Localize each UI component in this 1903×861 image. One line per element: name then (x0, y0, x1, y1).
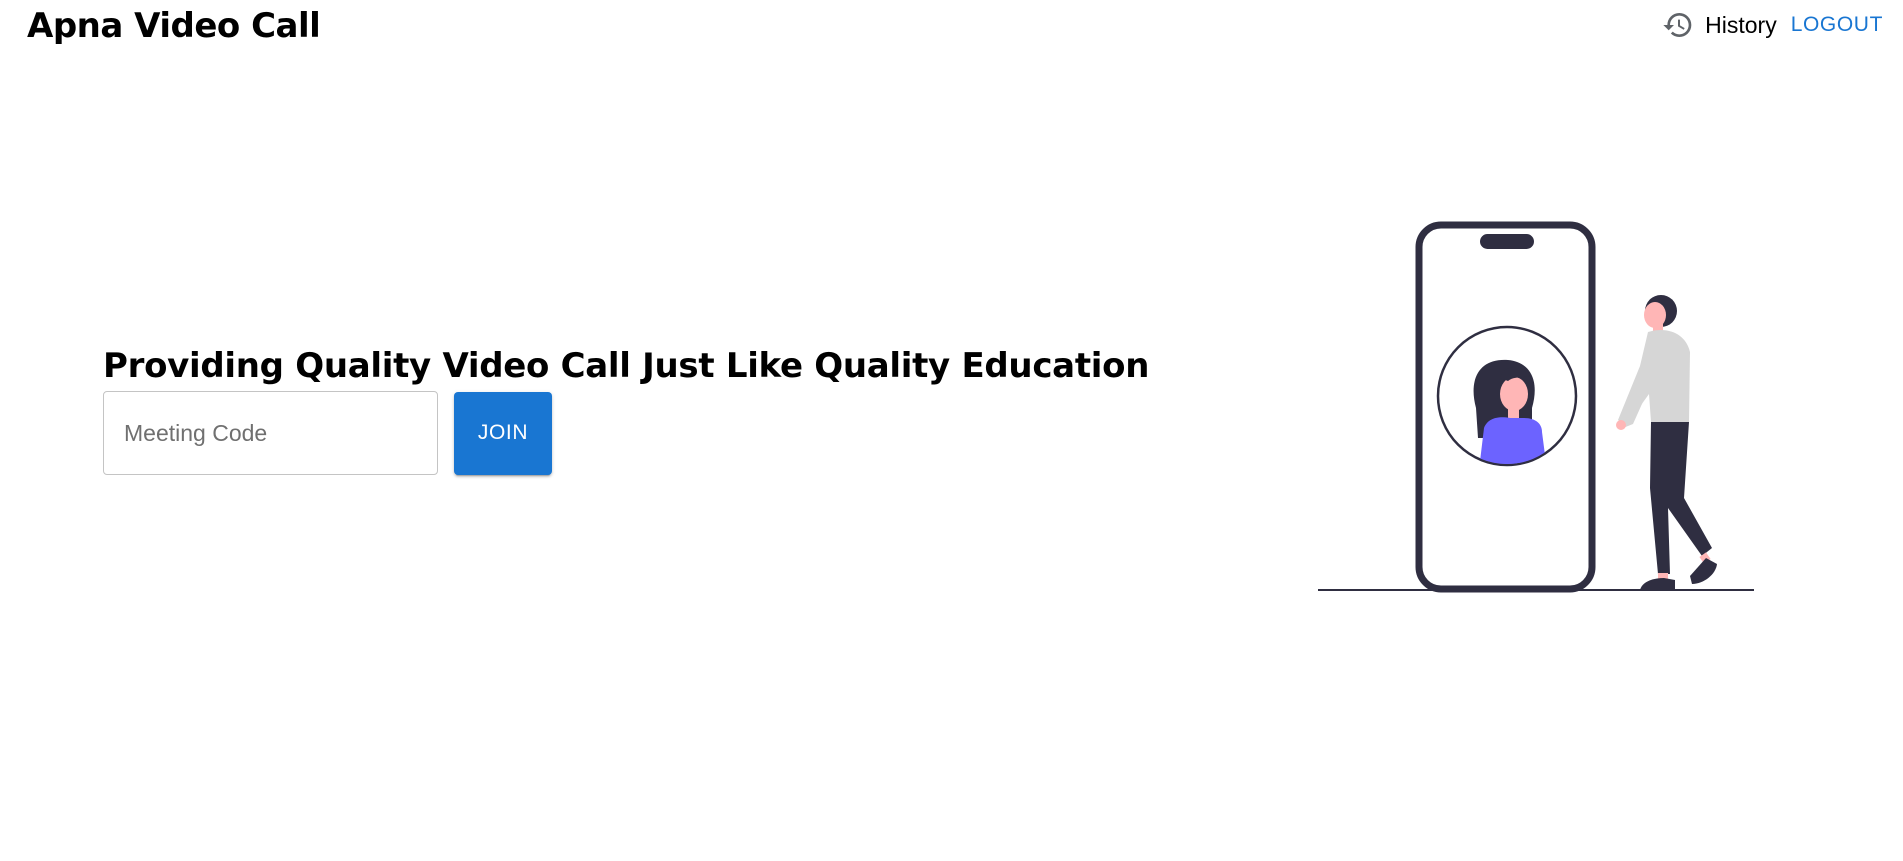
nav-actions: History LOGOUT (1662, 6, 1885, 44)
video-call-illustration (1318, 218, 1754, 596)
logout-button[interactable]: LOGOUT (1789, 9, 1885, 41)
app-title: Apna Video Call (27, 6, 321, 46)
standing-person-icon (1616, 295, 1717, 590)
history-icon[interactable] (1662, 9, 1694, 41)
top-navbar: Apna Video Call History LOGOUT (0, 0, 1903, 60)
illustration-svg (1318, 221, 1754, 593)
hero-heading: Providing Quality Video Call Just Like Q… (103, 346, 1150, 386)
history-button[interactable]: History (1662, 9, 1777, 41)
hero-section: Providing Quality Video Call Just Like Q… (103, 343, 1149, 475)
join-form: JOIN (103, 391, 1149, 475)
join-button[interactable]: JOIN (454, 391, 552, 475)
history-label: History (1705, 11, 1777, 38)
meeting-code-input[interactable] (103, 391, 438, 475)
